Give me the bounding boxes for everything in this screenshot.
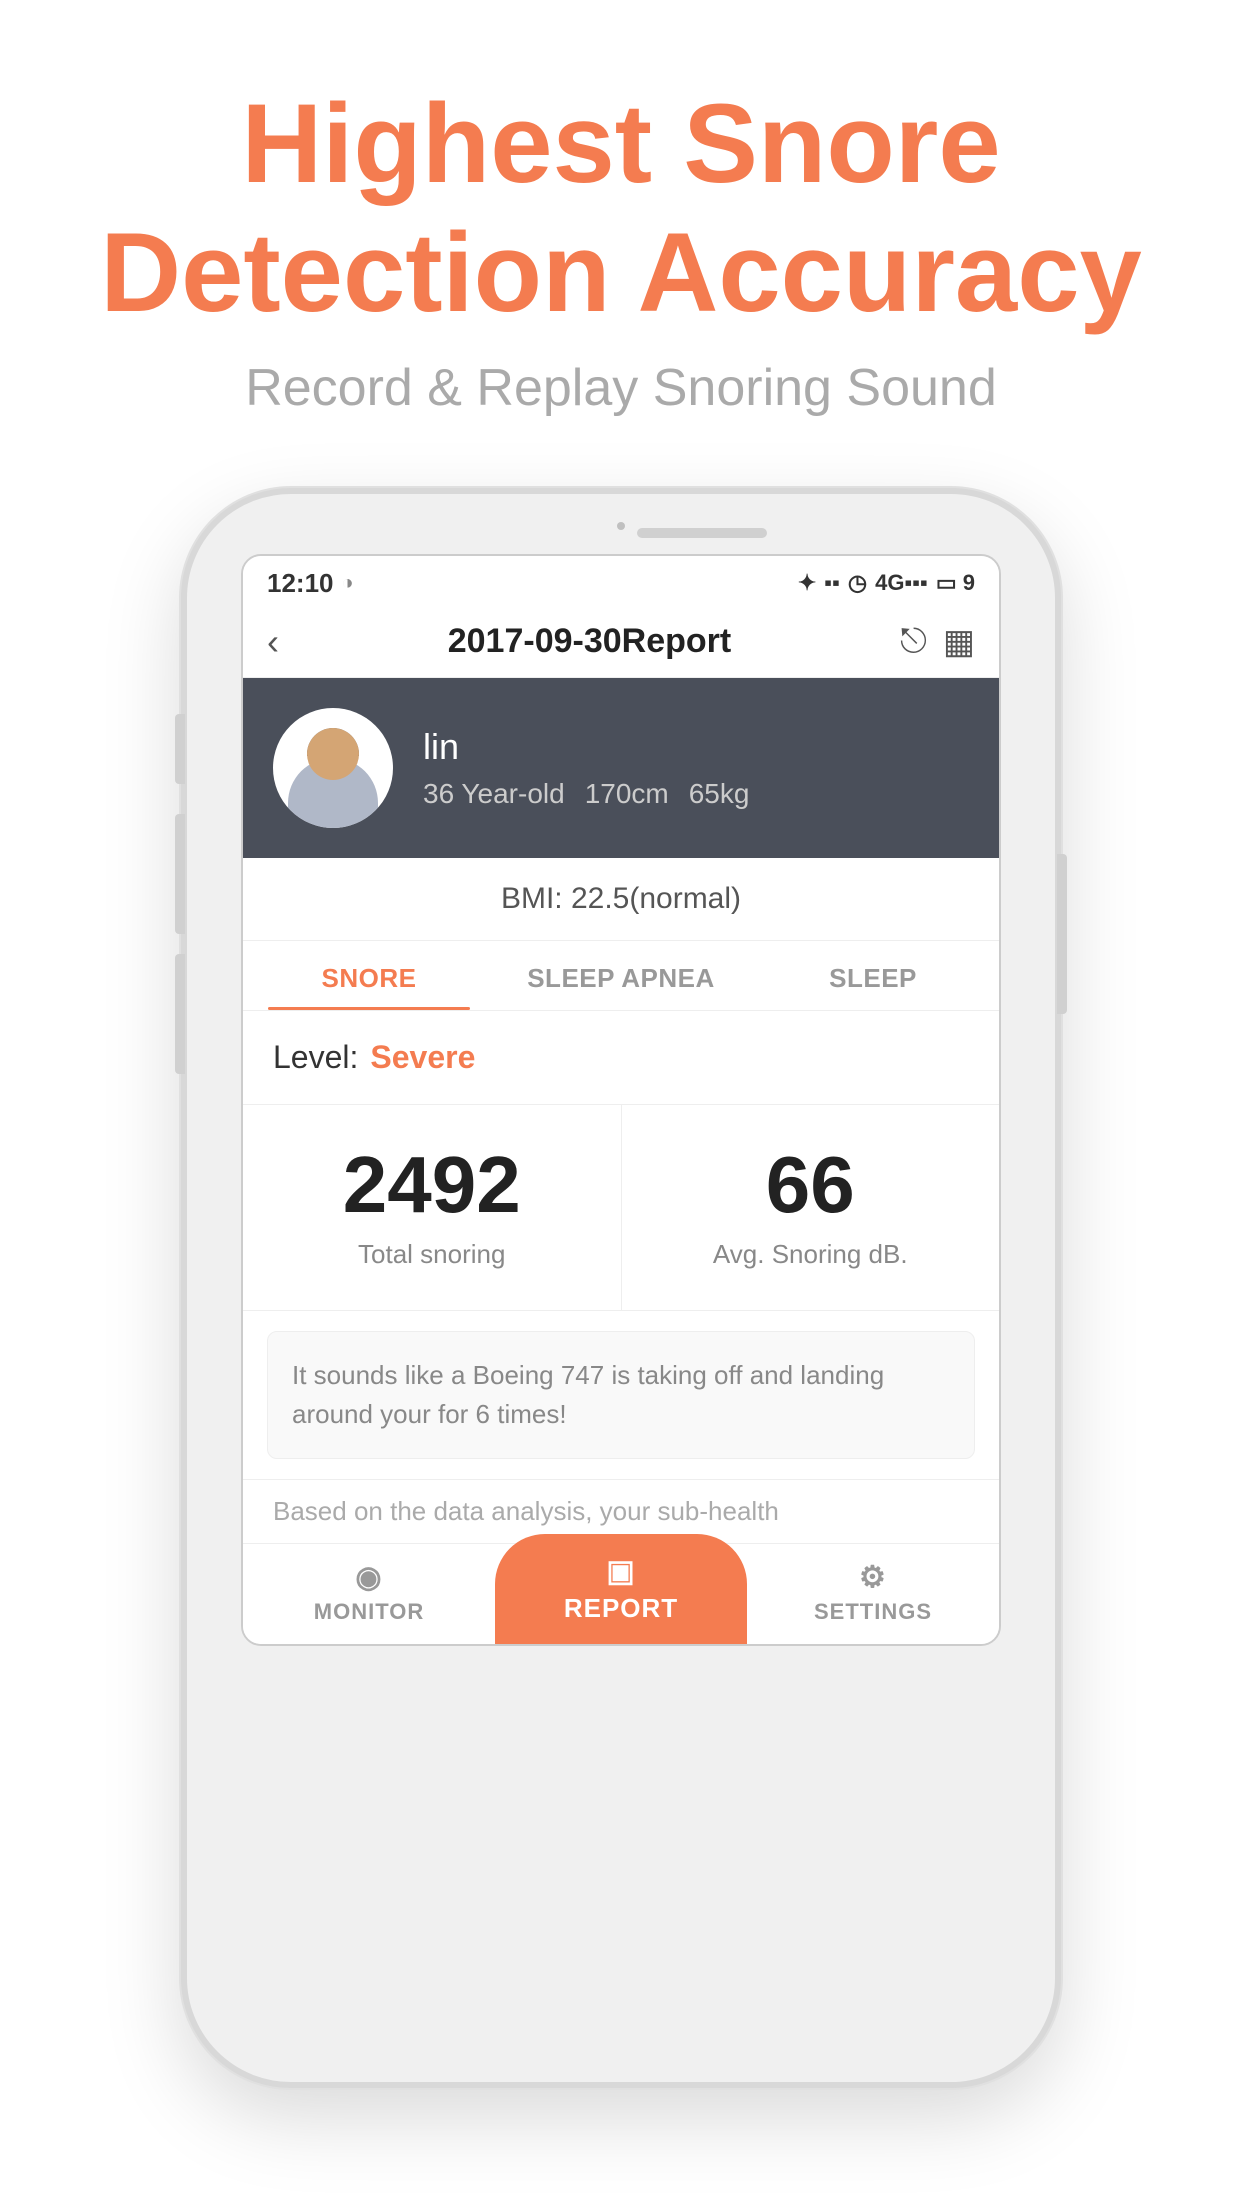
monitor-icon: ◉: [243, 1560, 495, 1595]
phone-screen: 12:10 ◑ ✦ ▪▪ ◷ 4G▪▪▪ ▭ 9 ‹ 2017-09-30Rep…: [241, 554, 1001, 1646]
avg-db-value: 66: [642, 1145, 980, 1225]
bottom-nav: ◉ MONITOR ▣ REPORT ⚙ SETTINGS: [243, 1543, 999, 1644]
phone-speaker: [637, 528, 767, 538]
nav-bar: ‹ 2017-09-30Report ⎋ ▦: [243, 607, 999, 678]
level-section: Level: Severe: [243, 1011, 999, 1105]
settings-icon: ⚙: [747, 1560, 999, 1595]
side-button-vol-up: [175, 814, 185, 934]
level-value: Severe: [370, 1039, 475, 1076]
status-time: 12:10 ◑: [267, 568, 354, 599]
calendar-icon[interactable]: ▦: [943, 622, 975, 662]
description-box: It sounds like a Boeing 747 is taking of…: [267, 1331, 975, 1459]
bmi-label: BMI: 22.5(normal): [501, 882, 741, 915]
tabs-section: SNORE SLEEP APNEA SLEEP: [243, 941, 999, 1011]
analysis-text: Based on the data analysis, your sub-hea…: [243, 1479, 999, 1543]
nav-actions: ⎋ ▦: [900, 622, 975, 662]
bmi-section: BMI: 22.5(normal): [243, 858, 999, 941]
description-text: It sounds like a Boeing 747 is taking of…: [292, 1356, 950, 1434]
main-title: Highest Snore Detection Accuracy: [100, 80, 1142, 338]
status-icons: ✦ ▪▪ ◷ 4G▪▪▪ ▭ 9: [798, 570, 975, 596]
side-button-power: [1057, 854, 1067, 1014]
bottom-nav-monitor[interactable]: ◉ MONITOR: [243, 1544, 495, 1644]
bottom-nav-report[interactable]: ▣ REPORT: [495, 1534, 747, 1644]
bluetooth-icon: ✦: [798, 570, 816, 596]
share-icon[interactable]: ⎋: [900, 622, 927, 661]
tab-sleep-apnea[interactable]: SLEEP APNEA: [495, 941, 747, 1010]
phone-mockup: 12:10 ◑ ✦ ▪▪ ◷ 4G▪▪▪ ▭ 9 ‹ 2017-09-30Rep…: [181, 488, 1061, 2088]
header-section: Highest Snore Detection Accuracy Record …: [100, 0, 1142, 458]
title-line2: Detection Accuracy: [100, 210, 1142, 335]
subtitle: Record & Replay Snoring Sound: [100, 358, 1142, 418]
profile-stats: 36 Year-old 170cm 65kg: [423, 778, 749, 810]
time-display: 12:10: [267, 568, 334, 599]
avg-db-label: Avg. Snoring dB.: [642, 1239, 980, 1270]
level-label: Level:: [273, 1039, 358, 1076]
side-button-mute: [175, 714, 185, 784]
alarm-icon: ◷: [848, 570, 867, 596]
report-icon: ▣: [495, 1554, 747, 1589]
phone-outer: 12:10 ◑ ✦ ▪▪ ◷ 4G▪▪▪ ▭ 9 ‹ 2017-09-30Rep…: [181, 488, 1061, 2088]
profile-section: lin 36 Year-old 170cm 65kg: [243, 678, 999, 858]
avatar-head: [307, 728, 359, 780]
avatar: [273, 708, 393, 828]
profile-weight: 65kg: [689, 778, 750, 810]
tab-sleep[interactable]: SLEEP: [747, 941, 999, 1010]
total-snoring-value: 2492: [263, 1145, 601, 1225]
total-snoring-stat: 2492 Total snoring: [243, 1105, 622, 1310]
bottom-nav-settings[interactable]: ⚙ SETTINGS: [747, 1544, 999, 1644]
signal-icon: 4G▪▪▪: [875, 570, 928, 596]
tab-snore[interactable]: SNORE: [243, 941, 495, 1010]
profile-height: 170cm: [585, 778, 669, 810]
side-button-vol-down: [175, 954, 185, 1074]
total-snoring-label: Total snoring: [263, 1239, 601, 1270]
profile-info: lin 36 Year-old 170cm 65kg: [423, 726, 749, 810]
back-button[interactable]: ‹: [267, 621, 279, 663]
avg-db-stat: 66 Avg. Snoring dB.: [622, 1105, 1000, 1310]
stats-grid: 2492 Total snoring 66 Avg. Snoring dB.: [243, 1105, 999, 1311]
avatar-body: [288, 758, 378, 828]
profile-name: lin: [423, 726, 749, 768]
battery-icon: ▭ 9: [936, 570, 975, 596]
title-line1: Highest Snore: [241, 81, 1000, 206]
status-bar: 12:10 ◑ ✦ ▪▪ ◷ 4G▪▪▪ ▭ 9: [243, 556, 999, 607]
profile-age: 36 Year-old: [423, 778, 565, 810]
nav-title: 2017-09-30Report: [448, 622, 731, 661]
vibrate-icon: ▪▪: [824, 570, 840, 596]
status-icon: ◑: [342, 572, 354, 595]
